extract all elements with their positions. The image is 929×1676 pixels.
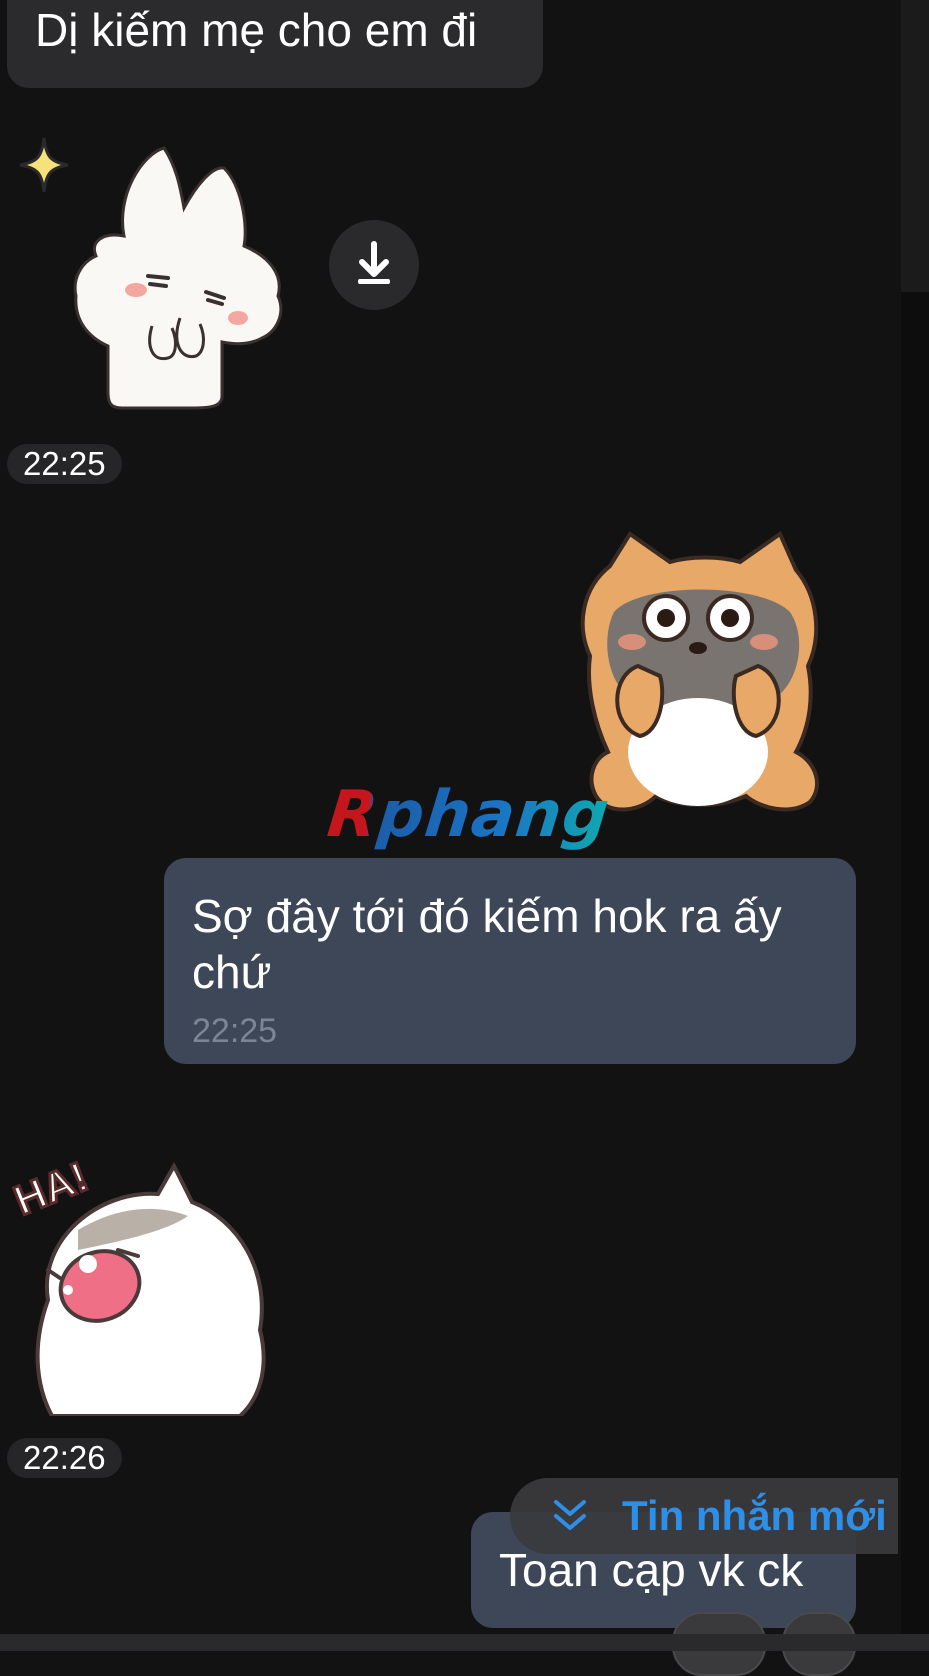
sparkle-icon bbox=[19, 137, 69, 193]
message-timestamp: 22:25 bbox=[7, 444, 122, 484]
bottom-input-bar bbox=[0, 1634, 929, 1651]
scrollbar[interactable] bbox=[901, 0, 929, 1651]
new-messages-button[interactable]: Tin nhắn mới bbox=[510, 1478, 898, 1554]
new-messages-label: Tin nhắn mới bbox=[622, 1492, 887, 1539]
sticker-text: HA! bbox=[8, 1153, 94, 1225]
message-timestamp: 22:25 bbox=[192, 1012, 278, 1050]
chat-view: Dị kiếm mẹ cho em đi 22:25 Rphang Sợ đây… bbox=[0, 0, 900, 1676]
message-text: Sợ đây tới đó kiếm hok ra ấy chứ bbox=[192, 890, 782, 998]
watermark-logo: Rphang bbox=[324, 778, 614, 852]
white-cat-sticker[interactable] bbox=[72, 146, 304, 410]
laughing-cat-sticker[interactable]: HA! bbox=[8, 1150, 272, 1416]
download-button[interactable] bbox=[329, 220, 419, 310]
message-timestamp: 22:26 bbox=[7, 1438, 122, 1478]
outgoing-message-bubble[interactable]: Sợ đây tới đó kiếm hok ra ấy chứ 22:25 bbox=[164, 858, 856, 1064]
message-text: Dị kiếm mẹ cho em đi bbox=[35, 4, 478, 56]
incoming-message-bubble[interactable]: Dị kiếm mẹ cho em đi bbox=[7, 0, 543, 88]
double-chevron-down-icon bbox=[554, 1500, 586, 1530]
download-icon bbox=[358, 241, 390, 284]
scrollbar-thumb[interactable] bbox=[901, 0, 929, 292]
